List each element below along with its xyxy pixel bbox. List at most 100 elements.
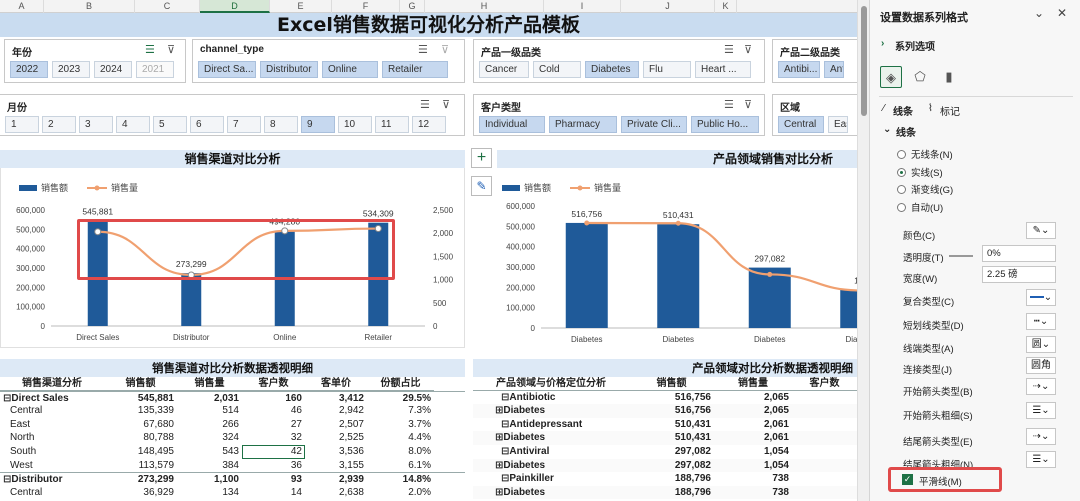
- chart-product[interactable]: 销售额 销售量 600,000 500,000 400,000 300,000 200,00…: [497, 168, 857, 348]
- multi-select-icon[interactable]: ☰: [145, 43, 155, 56]
- table-cell[interactable]: 738: [714, 472, 792, 486]
- table-cell[interactable]: 2.0%: [367, 486, 434, 500]
- slicer-month-item[interactable]: 5: [153, 116, 187, 133]
- slicer-year-item[interactable]: 2022: [10, 61, 48, 78]
- radio-solid-line[interactable]: 实线(S): [897, 165, 943, 179]
- tab-marker[interactable]: 标记: [940, 103, 960, 118]
- table-row[interactable]: ⊟Antidepressant 510,431 2,061: [473, 417, 857, 432]
- column-header-D[interactable]: D: [200, 0, 270, 13]
- slicer-month-item[interactable]: 8: [264, 116, 298, 133]
- table-cell[interactable]: 3,536: [305, 445, 367, 459]
- table-cell[interactable]: 80,788: [104, 431, 177, 445]
- slicer-cat2-item[interactable]: Ant: [824, 61, 844, 78]
- table-cell[interactable]: 2,065: [714, 391, 792, 405]
- multi-select-icon[interactable]: ☰: [418, 43, 428, 56]
- table-cell[interactable]: 2,065: [714, 404, 792, 418]
- table-header-cell[interactable]: 销售量: [714, 377, 792, 391]
- begin-arrow-size-dropdown[interactable]: ☰⌄: [1026, 402, 1056, 419]
- column-header-G[interactable]: G: [400, 0, 425, 13]
- table-cell[interactable]: 1,054: [714, 445, 792, 459]
- table-cell[interactable]: 2,061: [714, 431, 792, 445]
- table-cell[interactable]: 2,942: [305, 404, 367, 418]
- table-cell[interactable]: 14.8%: [367, 473, 434, 486]
- slicer-month-item[interactable]: 6: [190, 116, 224, 133]
- slicer-region-item[interactable]: Central: [778, 116, 824, 133]
- column-header-F[interactable]: F: [332, 0, 400, 13]
- color-picker-button[interactable]: ✎⌄: [1026, 222, 1056, 239]
- join-dropdown[interactable]: 圆角⌄: [1026, 357, 1056, 386]
- table-cell[interactable]: 324: [177, 431, 242, 445]
- clear-filter-icon[interactable]: ⊽: [442, 98, 450, 111]
- marker-tab-icon[interactable]: ⌇: [928, 103, 933, 114]
- pivot-table-product[interactable]: 产品领域与价格定位分析 销售额 销售量 客户数 ⊟Antibiotic 516,756 2,…: [473, 377, 857, 500]
- clear-filter-icon[interactable]: ⊽: [441, 43, 449, 56]
- table-cell[interactable]: 516,756: [629, 404, 714, 418]
- table-row[interactable]: ⊞Diabetes 510,431 2,061: [473, 431, 857, 445]
- slicer-month-item[interactable]: 3: [79, 116, 113, 133]
- radio-dot[interactable]: [897, 149, 906, 159]
- table-cell[interactable]: [792, 391, 857, 405]
- table-cell[interactable]: 3,155: [305, 459, 367, 473]
- slicer-ctype-item[interactable]: Public Ho...: [691, 116, 759, 133]
- table-cell[interactable]: 67,680: [104, 418, 177, 432]
- clear-filter-icon[interactable]: ⊽: [744, 43, 752, 56]
- table-cell[interactable]: 160: [242, 392, 305, 405]
- slicer-month-item[interactable]: 2: [42, 116, 76, 133]
- begin-arrow-type-dropdown[interactable]: ⇢⌄: [1026, 378, 1056, 395]
- slicer-channel-item[interactable]: Online: [322, 61, 378, 78]
- table-cell[interactable]: 27: [242, 418, 305, 432]
- table-cell[interactable]: 266: [177, 418, 242, 432]
- cap-dropdown[interactable]: 圆⌄: [1026, 336, 1056, 353]
- column-header-E[interactable]: E: [270, 0, 332, 13]
- slicer-category2[interactable]: 产品二级品类 Antibi... Ant: [772, 39, 857, 83]
- table-header-cell[interactable]: 份额占比: [367, 377, 434, 391]
- multi-select-icon[interactable]: ☰: [724, 98, 734, 111]
- slicer-month-item[interactable]: 12: [412, 116, 446, 133]
- table-cell[interactable]: 510,431: [629, 418, 714, 432]
- slicer-month-item[interactable]: 4: [116, 116, 150, 133]
- slicer-channel-item[interactable]: Retailer: [382, 61, 448, 78]
- close-icon[interactable]: ✕: [1057, 6, 1067, 20]
- dash-dropdown[interactable]: ┅⌄: [1026, 313, 1056, 330]
- clear-filter-icon[interactable]: ⊽: [167, 43, 175, 56]
- table-cell[interactable]: [792, 459, 857, 473]
- radio-gradient-line[interactable]: 渐变线(G): [897, 182, 953, 196]
- end-arrow-size-dropdown[interactable]: ☰⌄: [1026, 451, 1056, 468]
- slicer-customer-type[interactable]: 客户类型 ☰ ⊽ Individual Pharmacy Private Cli..…: [473, 94, 765, 136]
- table-cell[interactable]: 4.4%: [367, 431, 434, 445]
- column-header-K[interactable]: K: [715, 0, 737, 13]
- table-cell[interactable]: 8.0%: [367, 445, 434, 459]
- table-header-cell[interactable]: 销售额: [104, 377, 177, 391]
- radio-dot[interactable]: [897, 184, 906, 194]
- table-cell[interactable]: 2,939: [305, 473, 367, 486]
- table-header-cell[interactable]: 产品领域与价格定位分析: [473, 377, 629, 391]
- table-cell[interactable]: 297,082: [629, 445, 714, 459]
- slicer-cat1-item[interactable]: Flu: [643, 61, 691, 78]
- table-header-cell[interactable]: 客单价: [305, 377, 367, 391]
- table-cell[interactable]: 516,756: [629, 391, 714, 405]
- slicer-month-item[interactable]: 7: [227, 116, 261, 133]
- table-cell[interactable]: 545,881: [104, 392, 177, 405]
- slicer-month-item[interactable]: 1: [5, 116, 39, 133]
- table-row[interactable]: ⊟Direct Sales 545,881 2,031 160 3,412 29.5%: [0, 390, 465, 405]
- table-row[interactable]: ⊟Painkiller 188,796 738: [473, 472, 857, 486]
- table-cell[interactable]: 514: [177, 404, 242, 418]
- table-cell[interactable]: 148,495: [104, 445, 177, 459]
- slicer-cat1-item[interactable]: Cold: [533, 61, 581, 78]
- table-cell[interactable]: [792, 431, 857, 445]
- table-row[interactable]: ⊟Distributor 273,299 1,100 93 2,939 14.8%: [0, 472, 465, 486]
- table-row[interactable]: North 80,788 324 32 2,525 4.4%: [0, 431, 465, 445]
- slicer-year[interactable]: 年份 ☰ ⊽ 2022 2023 2024 2021: [4, 39, 186, 83]
- table-header-cell[interactable]: 客户数: [242, 377, 305, 391]
- table-cell[interactable]: 2,638: [305, 486, 367, 500]
- table-cell[interactable]: 14: [242, 486, 305, 500]
- slicer-month-item[interactable]: 9: [301, 116, 335, 133]
- table-header-cell[interactable]: 销售量: [177, 377, 242, 391]
- slicer-month-item[interactable]: 10: [338, 116, 372, 133]
- table-cell[interactable]: 510,431: [629, 431, 714, 445]
- table-cell[interactable]: 2,525: [305, 431, 367, 445]
- table-cell[interactable]: [792, 418, 857, 432]
- radio-auto[interactable]: 自动(U): [897, 200, 943, 214]
- table-cell[interactable]: 113,579: [104, 459, 177, 473]
- transparency-input[interactable]: 0%: [982, 245, 1056, 262]
